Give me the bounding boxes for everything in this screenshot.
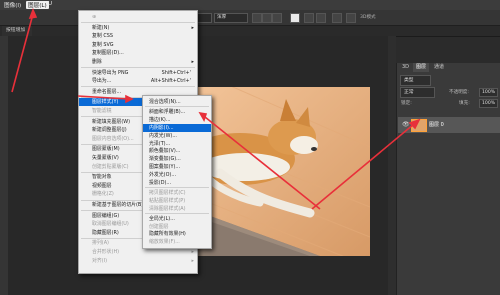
annotation-arrows xyxy=(11,7,421,210)
arrow-head-3 xyxy=(198,111,208,122)
arrow-to-layer-style xyxy=(77,95,129,100)
arrow-to-layer-menu xyxy=(11,13,34,93)
arrow-to-inner-shadow xyxy=(204,116,321,210)
arrow-head-2 xyxy=(125,94,134,104)
arrow-to-layer-thumbnail xyxy=(311,123,415,210)
arrow-head-1 xyxy=(28,7,38,20)
